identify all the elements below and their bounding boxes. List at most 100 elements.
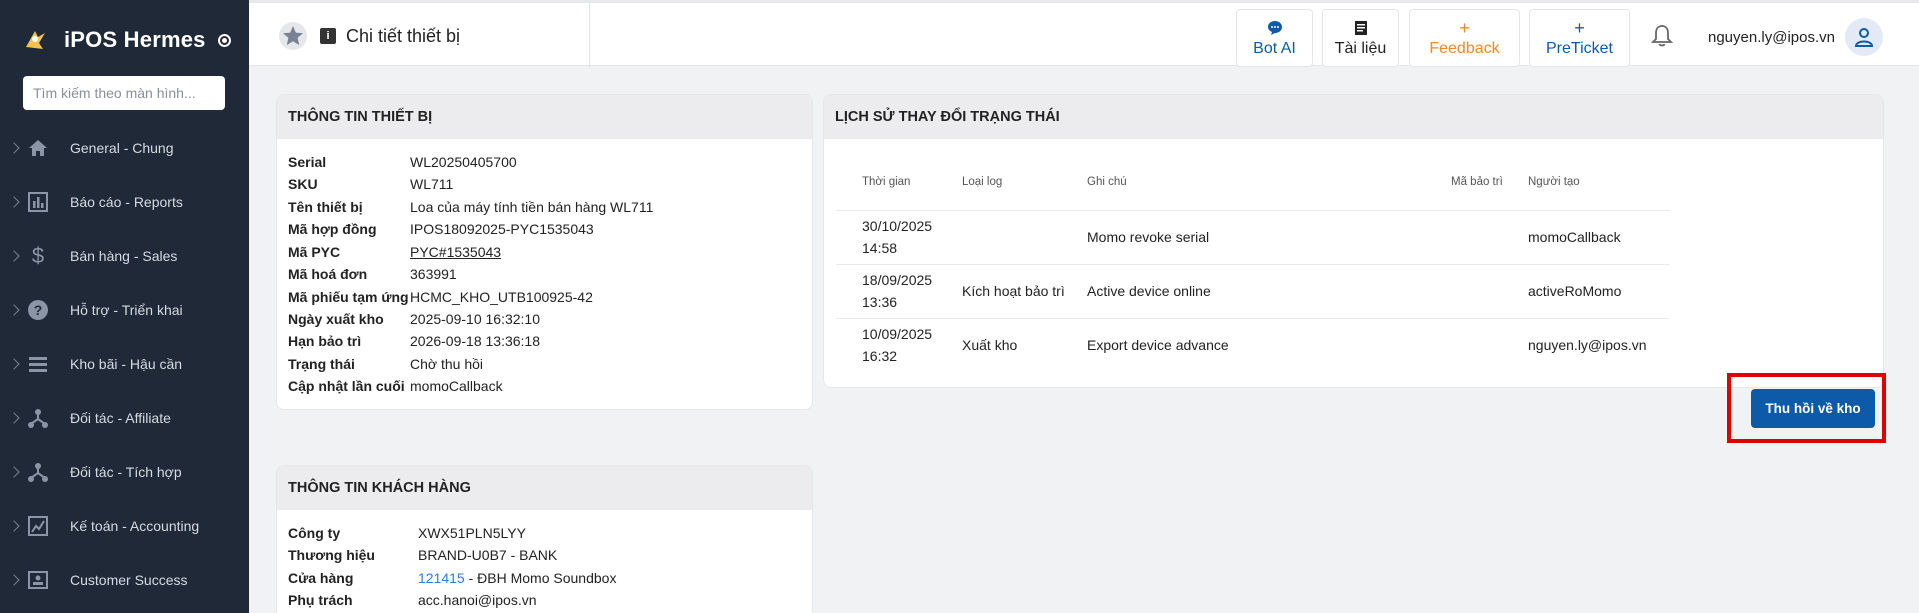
store-link[interactable]: 121415 (418, 570, 465, 586)
row-creator: momoCallback (1528, 229, 1621, 245)
field-label: Mã hoá đơn (288, 266, 368, 282)
sidebar-item-support[interactable]: ? Hỗ trợ - Triển khai (0, 283, 249, 337)
field-value: WL20250405700 (410, 154, 517, 170)
table-row: 30/10/2025 14:58 Momo revoke serial momo… (836, 211, 1670, 265)
field-value: 2026-09-18 13:36:18 (410, 333, 540, 349)
col-log-type: Loại log (962, 176, 1003, 188)
plus-icon: + (1574, 18, 1585, 38)
field-value: XWX51PLN5LYY (418, 525, 526, 541)
device-info-panel: THÔNG TIN THIẾT BỊ Serial WL20250405700 S… (276, 94, 813, 410)
docs-label: Tài liệu (1334, 40, 1387, 57)
brand[interactable]: iPOS Hermes (22, 22, 231, 58)
sidebar-item-sales[interactable]: $ Bán hàng - Sales (0, 229, 249, 283)
chat-bubble-icon (1267, 18, 1283, 38)
topbar: i Chi tiết thiết bị Bot AI Tài liệu + Fe… (249, 0, 1919, 69)
list-icon (26, 352, 50, 376)
help-circle-icon: ? (26, 298, 50, 322)
sidebar-item-label: Đối tác - Tích hợp (70, 464, 182, 480)
preticket-label: PreTicket (1546, 40, 1613, 57)
bot-ai-button[interactable]: Bot AI (1236, 9, 1313, 67)
sidebar-item-label: Kế toán - Accounting (70, 518, 200, 534)
row-time: 14:58 (862, 240, 898, 256)
sidebar-item-label: General - Chung (70, 140, 174, 156)
sidebar-item-warehouse[interactable]: Kho bãi - Hậu cần (0, 337, 249, 391)
row-time: 16:32 (862, 348, 898, 364)
device-info-title: THÔNG TIN THIẾT BỊ (277, 95, 812, 139)
bell-icon[interactable] (1649, 23, 1675, 49)
preticket-button[interactable]: + PreTicket (1529, 9, 1630, 67)
dollar-icon: $ (31, 243, 45, 268)
brand-toggle-icon[interactable] (217, 33, 231, 47)
row-date: 10/09/2025 (862, 326, 933, 342)
sidebar-item-general[interactable]: General - Chung (0, 121, 249, 175)
chevron-right-icon (8, 466, 20, 478)
chevron-right-icon (8, 574, 20, 586)
breadcrumb: i Chi tiết thiết bị (278, 21, 460, 51)
brand-name: iPOS Hermes (64, 27, 206, 52)
field-label: Cập nhật lần cuối (288, 378, 405, 394)
sidebar: iPOS Hermes General - Chung Báo cáo - Re… (0, 0, 249, 613)
field-value: acc.hanoi@ipos.vn (418, 592, 537, 608)
row-note: Export device advance (1087, 337, 1229, 353)
field-label: Thương hiệu (288, 547, 375, 563)
row-date: 18/09/2025 (862, 272, 933, 288)
sidebar-item-label: Customer Success (70, 572, 188, 588)
customer-info-title: THÔNG TIN KHÁCH HÀNG (277, 466, 812, 510)
user-email[interactable]: nguyen.ly@ipos.vn (1708, 29, 1835, 46)
table-header: Thời gian Loại log Ghi chú Mã bảo trì Ng… (836, 153, 1670, 211)
history-table: Thời gian Loại log Ghi chú Mã bảo trì Ng… (836, 153, 1670, 373)
user-avatar-icon[interactable] (1845, 18, 1883, 56)
sidebar-item-integration[interactable]: Đối tác - Tích hợp (0, 445, 249, 499)
bar-chart-icon (26, 190, 50, 214)
home-icon (26, 136, 50, 160)
chevron-right-icon (8, 250, 20, 262)
row-note: Active device online (1087, 283, 1211, 299)
field-value: 2025-09-10 16:32:10 (410, 311, 540, 327)
svg-text:?: ? (34, 302, 43, 318)
table-row: 10/09/2025 16:32 Xuất kho Export device … (836, 319, 1670, 373)
row-creator: nguyen.ly@ipos.vn (1528, 337, 1647, 353)
sidebar-item-customer-success[interactable]: Customer Success (0, 553, 249, 607)
col-creator: Người tạo (1528, 176, 1580, 188)
field-value: WL711 (410, 176, 454, 192)
field-value: 121415 - ĐBH Momo Soundbox (418, 570, 616, 586)
recall-to-warehouse-button[interactable]: Thu hồi về kho (1751, 389, 1875, 428)
advance-link[interactable]: HCMC_KHO_UTB100925-42 (410, 289, 593, 305)
network-icon (26, 406, 50, 430)
invoice-link[interactable]: 363991 (410, 266, 457, 282)
row-type: Xuất kho (962, 337, 1018, 353)
col-time: Thời gian (862, 176, 911, 188)
favorite-star-icon[interactable] (278, 21, 308, 51)
field-label: Serial (288, 154, 327, 170)
row-date: 30/10/2025 (862, 218, 933, 234)
status-history-title: LỊCH SỬ THAY ĐỔI TRẠNG THÁI (824, 95, 1883, 139)
field-label: Mã hợp đồng (288, 221, 377, 237)
row-time: 13:36 (862, 294, 898, 310)
field-label: SKU (288, 176, 318, 192)
col-note: Ghi chú (1087, 176, 1127, 188)
field-label: Công ty (288, 525, 341, 541)
field-value: BRAND-U0B7 - BANK (418, 547, 558, 563)
field-value: Loa của máy tính tiền bán hàng WL711 (410, 199, 654, 215)
field-label: Phụ trách (288, 592, 353, 608)
feedback-button[interactable]: + Feedback (1409, 9, 1520, 67)
bot-ai-label: Bot AI (1253, 40, 1296, 57)
docs-button[interactable]: Tài liệu (1322, 9, 1399, 67)
status-value: Chờ thu hồi (410, 356, 484, 372)
status-history-panel: LỊCH SỬ THAY ĐỔI TRẠNG THÁI Thời gian Lo… (823, 94, 1884, 388)
field-value: IPOS18092025-PYC1535043 (410, 221, 594, 237)
id-card-icon (26, 568, 50, 592)
sidebar-item-accounting[interactable]: Kế toán - Accounting (0, 499, 249, 553)
sidebar-item-reports[interactable]: Báo cáo - Reports (0, 175, 249, 229)
table-row: 18/09/2025 13:36 Kích hoạt bảo trì Activ… (836, 265, 1670, 319)
sidebar-search-input[interactable] (23, 76, 225, 110)
customer-info-panel: THÔNG TIN KHÁCH HÀNG Công ty XWX51PLN5LYY… (276, 465, 813, 613)
pyc-link[interactable]: PYC#1535043 (410, 244, 501, 260)
edit-chart-icon (26, 514, 50, 538)
row-creator: activeRoMomo (1528, 283, 1622, 299)
field-label: Cửa hàng (288, 570, 354, 586)
sidebar-item-affiliate[interactable]: Đối tác - Affiliate (0, 391, 249, 445)
hermes-logo-icon (22, 26, 50, 54)
page-title: Chi tiết thiết bị (346, 25, 461, 46)
field-label: Mã phiếu tạm ứng (288, 289, 409, 305)
